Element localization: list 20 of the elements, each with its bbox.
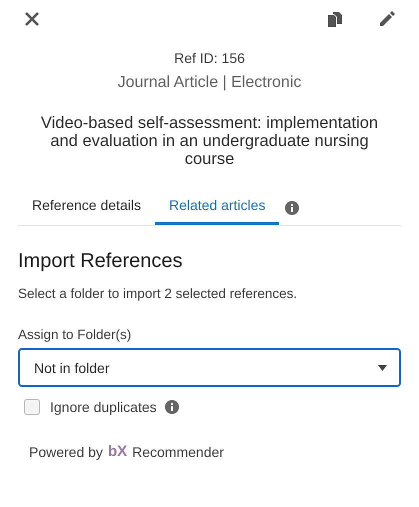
info-icon[interactable] (285, 200, 300, 214)
copy-icon[interactable] (328, 12, 342, 26)
tab[interactable]: Reference details (18, 190, 155, 225)
recommender-text: Recommender (132, 444, 224, 460)
powered-by-text: Powered by (29, 444, 103, 460)
ref-id: Ref ID: 156 (173, 50, 246, 66)
checkbox[interactable] (24, 399, 40, 415)
reference-type: Journal Article | Electronic (116, 74, 302, 92)
logo: bX (108, 443, 128, 460)
article-title: Video-based self-assessment: implementation and evaluation in an undergraduate nursing course (40, 114, 380, 168)
folder-select[interactable]: Not in folder (18, 348, 401, 387)
caret-icon (378, 364, 387, 370)
section-heading: Import References (18, 250, 184, 273)
tab[interactable]: Related articles (154, 190, 280, 225)
pencil-icon[interactable] (379, 11, 395, 27)
field-label: Assign to Folder(s) (18, 327, 132, 342)
checkbox-label: Ignore duplicates (50, 399, 157, 415)
info-icon[interactable] (164, 400, 179, 414)
close-icon[interactable] (24, 11, 40, 27)
description: Select a folder to import 2 selected references. (18, 286, 298, 301)
